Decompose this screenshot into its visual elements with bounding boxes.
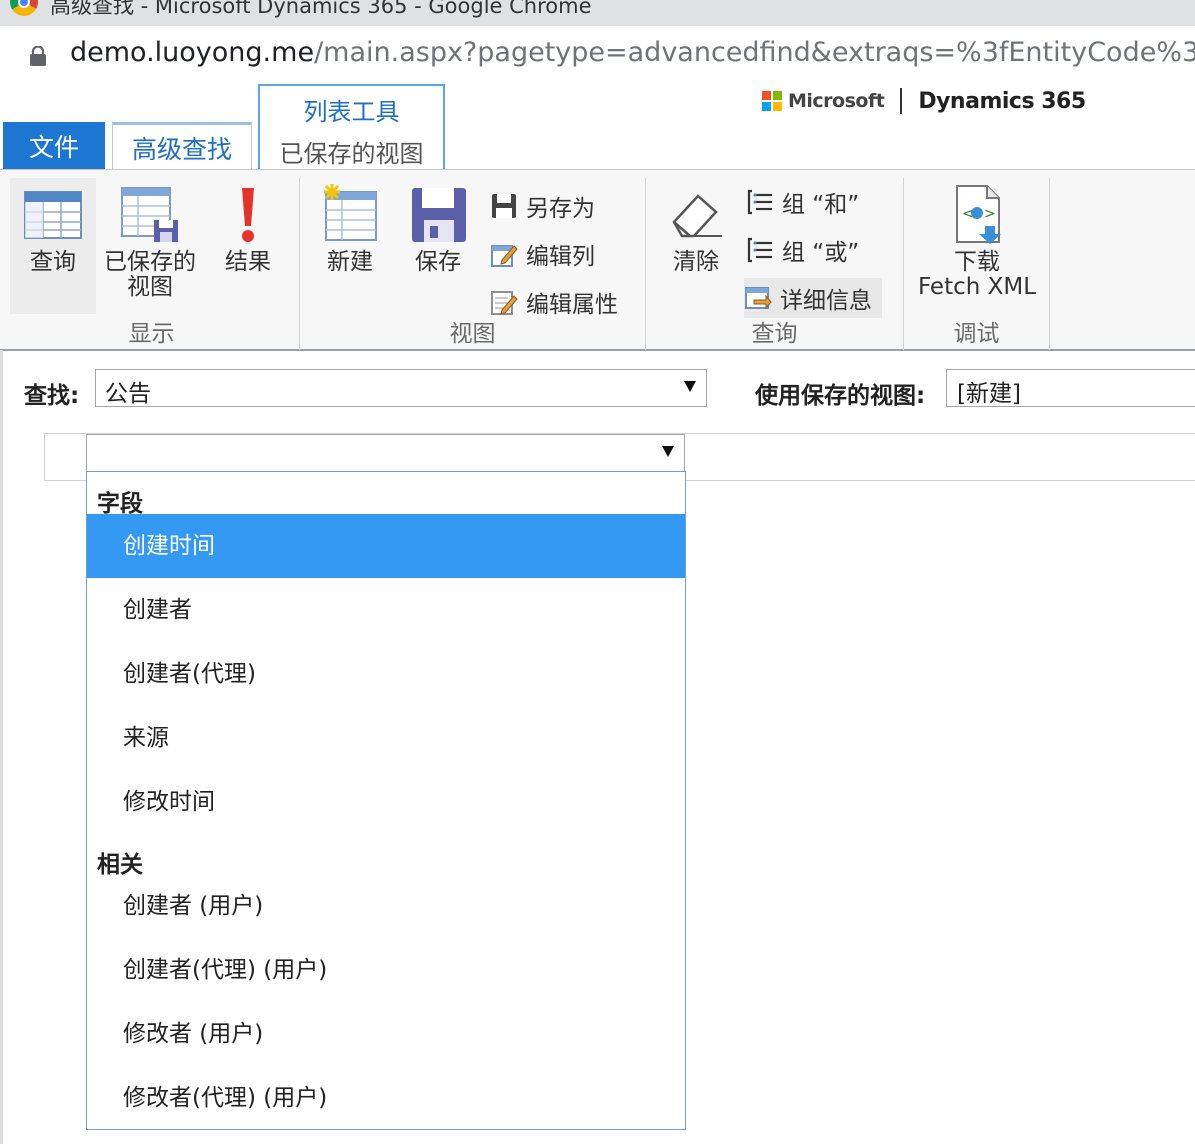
find-label: 查找:: [24, 383, 80, 409]
ribbon-group-view: 新建 保存 另存为 编辑列 编辑属性 视图: [300, 178, 646, 350]
saved-views-label-line1: 已保存的: [104, 249, 196, 275]
brand: Microsoft Dynamics 365: [762, 86, 1086, 116]
group-or-label: 组 “或”: [782, 240, 860, 266]
tab-file[interactable]: 文件: [3, 122, 105, 170]
results-button-label: 结果: [225, 249, 271, 275]
query-button-label: 查询: [30, 249, 76, 275]
dropdown-option-created-on[interactable]: 创建时间: [87, 514, 685, 578]
chevron-down-icon: [684, 381, 696, 392]
results-button[interactable]: 结果: [208, 178, 288, 275]
edit-columns-button[interactable]: 编辑列: [490, 234, 595, 274]
download-fetch-xml-button[interactable]: < > 下载 Fetch XML: [912, 178, 1042, 300]
table-grid-icon: [21, 182, 85, 246]
microsoft-logo-icon: [762, 91, 782, 111]
dropdown-option-source[interactable]: 来源: [87, 706, 685, 770]
group-or-button[interactable]: 组 “或”: [746, 230, 859, 270]
ribbon-group-label-debug: 调试: [953, 321, 1000, 347]
edit-columns-label: 编辑列: [526, 244, 595, 270]
dropdown-option-created-by[interactable]: 创建者: [87, 578, 685, 642]
dropdown-option-modified-by-delegate-user[interactable]: 修改者(代理) (用户): [87, 1066, 685, 1129]
dropdown-option-created-by-delegate[interactable]: 创建者(代理): [87, 642, 685, 706]
chevron-down-icon: [662, 446, 674, 457]
ribbon-group-label-show: 显示: [128, 321, 175, 347]
field-select[interactable]: [86, 434, 685, 472]
edit-columns-icon: [490, 240, 518, 268]
new-view-label: 新建: [327, 249, 373, 275]
ribbon: 查询 已保存的 视图 结果 显示 新建 保存 另存为 编辑列 编辑属性 视图 清…: [0, 169, 1195, 351]
save-view-label: 保存: [415, 249, 461, 275]
save-view-button[interactable]: 保存: [400, 178, 476, 275]
saved-views-label-line2: 视图: [127, 274, 173, 300]
entity-select-value: 公告: [105, 381, 151, 407]
group-and-button[interactable]: 组 “和”: [746, 182, 859, 222]
tab-saved-views[interactable]: 已保存的视图: [260, 134, 443, 169]
address-bar[interactable]: demo.luoyong.me/main.aspx?pagetype=advan…: [0, 26, 1195, 83]
edit-properties-icon: [490, 288, 518, 316]
ribbon-group-show: 查询 已保存的 视图 结果 显示: [4, 178, 300, 350]
details-label: 详细信息: [780, 288, 872, 314]
clear-button[interactable]: 清除: [658, 178, 734, 275]
field-dropdown-list[interactable]: 字段 创建时间 创建者 创建者(代理) 来源 修改时间 相关 创建者 (用户) …: [86, 471, 686, 1130]
save-as-label: 另存为: [526, 196, 595, 222]
dropdown-group-fields: 字段: [97, 491, 143, 517]
dropdown-option-created-by-user[interactable]: 创建者 (用户): [87, 874, 685, 938]
new-view-icon: [318, 182, 382, 246]
new-view-button[interactable]: 新建: [312, 178, 388, 275]
chrome-logo-icon: [10, 0, 38, 16]
floppy-disk-icon: [406, 182, 470, 246]
url-host: demo.luoyong.me: [70, 37, 315, 68]
saved-views-button[interactable]: 已保存的 视图: [100, 178, 200, 300]
save-as-button[interactable]: 另存为: [490, 186, 595, 226]
exclamation-icon: [216, 182, 280, 246]
saved-view-label: 使用保存的视图:: [755, 383, 926, 409]
saved-view-select-value: [新建]: [957, 381, 1021, 407]
url-path: /main.aspx?pagetype=advancedfind&extraqs…: [314, 37, 1195, 68]
ribbon-group-label-query: 查询: [751, 321, 798, 347]
ribbon-group-debug: < > 下载 Fetch XML 调试: [904, 178, 1050, 350]
download-label-line1: 下载: [954, 249, 1000, 275]
brand-divider: [900, 88, 903, 114]
clear-label: 清除: [673, 249, 719, 275]
ribbon-group-query: 清除 组 “和” 组 “或” 详细信息 查询: [646, 178, 904, 350]
lock-icon: [30, 46, 46, 66]
ribbon-tab-row: 文件 高级查找 列表工具 已保存的视图 Microsoft Dynamics 3…: [0, 82, 1195, 170]
tab-advanced-find[interactable]: 高级查找: [112, 122, 252, 170]
product-name: Dynamics 365: [918, 88, 1086, 114]
left-edge-divider: [0, 350, 3, 1144]
saved-views-icon: [118, 182, 182, 246]
details-icon: [744, 284, 772, 312]
entity-select[interactable]: 公告: [95, 369, 707, 407]
query-button[interactable]: 查询: [10, 178, 96, 314]
ribbon-group-label-view: 视图: [449, 321, 496, 347]
details-button[interactable]: 详细信息: [744, 278, 882, 318]
dropdown-option-created-by-delegate-user[interactable]: 创建者(代理) (用户): [87, 938, 685, 1002]
save-as-icon: [490, 192, 518, 220]
dropdown-option-modified-on[interactable]: 修改时间: [87, 770, 685, 834]
group-and-icon: [746, 188, 774, 216]
context-group-title: 列表工具: [303, 98, 400, 126]
download-label-line2: Fetch XML: [917, 274, 1037, 300]
group-or-icon: [746, 236, 774, 264]
group-and-label: 组 “和”: [782, 192, 860, 218]
svg-text:>: >: [984, 206, 996, 222]
dropdown-option-modified-by-user[interactable]: 修改者 (用户): [87, 1002, 685, 1066]
saved-view-select[interactable]: [新建]: [946, 369, 1195, 407]
window-title: 高级查找 - Microsoft Dynamics 365 - Google C…: [50, 0, 592, 18]
xml-document-icon: < >: [945, 182, 1009, 246]
microsoft-wordmark: Microsoft: [788, 90, 885, 112]
context-tab-group-list-tools: 列表工具 已保存的视图: [258, 84, 445, 170]
eraser-icon: [664, 182, 728, 246]
url-text[interactable]: demo.luoyong.me/main.aspx?pagetype=advan…: [70, 37, 1195, 68]
window-title-bar: 高级查找 - Microsoft Dynamics 365 - Google C…: [0, 0, 1195, 26]
